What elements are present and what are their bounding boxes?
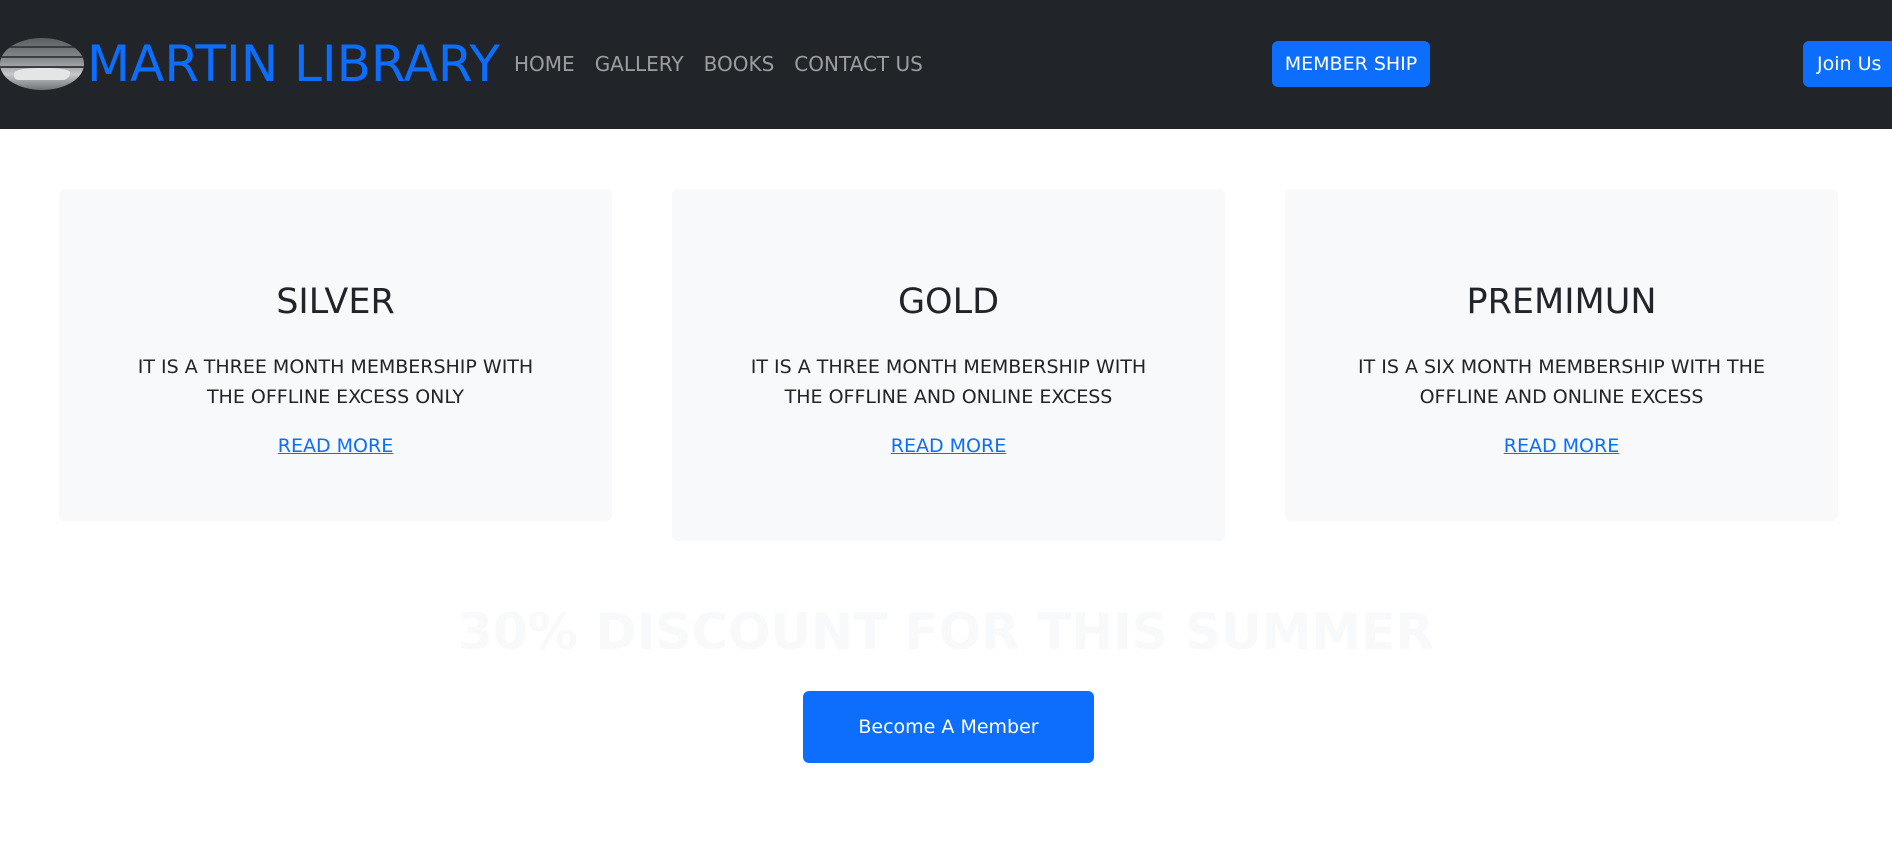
nav-gallery-link[interactable]: GALLERY xyxy=(585,46,694,82)
become-member-button[interactable]: Become A Member xyxy=(803,691,1094,763)
nav-home-link[interactable]: HOME xyxy=(514,46,585,82)
membership-card-gold: GOLD IT IS A THREE MONTH MEMBERSHIP WITH… xyxy=(672,189,1225,541)
nav-contact-link[interactable]: CONTACT US xyxy=(784,46,933,82)
read-more-link[interactable]: READ MORE xyxy=(672,434,1225,458)
library-logo-image[interactable] xyxy=(0,38,84,90)
membership-button[interactable]: MEMBER SHIP xyxy=(1272,41,1430,87)
card-description: IT IS A THREE MONTH MEMBERSHIP WITH THE … xyxy=(137,356,534,408)
read-more-link[interactable]: READ MORE xyxy=(1285,434,1838,458)
read-more-link[interactable]: READ MORE xyxy=(59,434,612,458)
card-title: PREMIMUN xyxy=(1466,282,1657,322)
membership-card-premium: PREMIMUN IT IS A SIX MONTH MEMBERSHIP WI… xyxy=(1285,189,1838,521)
nav-books-link[interactable]: BOOKS xyxy=(694,46,785,82)
card-description: IT IS A THREE MONTH MEMBERSHIP WITH THE … xyxy=(750,356,1147,408)
join-us-button[interactable]: Join Us xyxy=(1803,41,1892,87)
card-description: IT IS A SIX MONTH MEMBERSHIP WITH THE OF… xyxy=(1358,356,1765,408)
card-title: GOLD xyxy=(897,282,1000,322)
top-navbar: MARTIN LIBRARY HOME GALLERY BOOKS CONTAC… xyxy=(0,0,1892,129)
membership-card-silver: SILVER IT IS A THREE MONTH MEMBERSHIP WI… xyxy=(59,189,612,521)
discount-headline: 30% DISCOUNT FOR THIS SUMMER xyxy=(458,603,1434,661)
card-title: SILVER xyxy=(276,282,395,322)
nav-links: HOME GALLERY BOOKS CONTACT US xyxy=(514,46,933,82)
brand-title[interactable]: MARTIN LIBRARY xyxy=(87,22,500,106)
